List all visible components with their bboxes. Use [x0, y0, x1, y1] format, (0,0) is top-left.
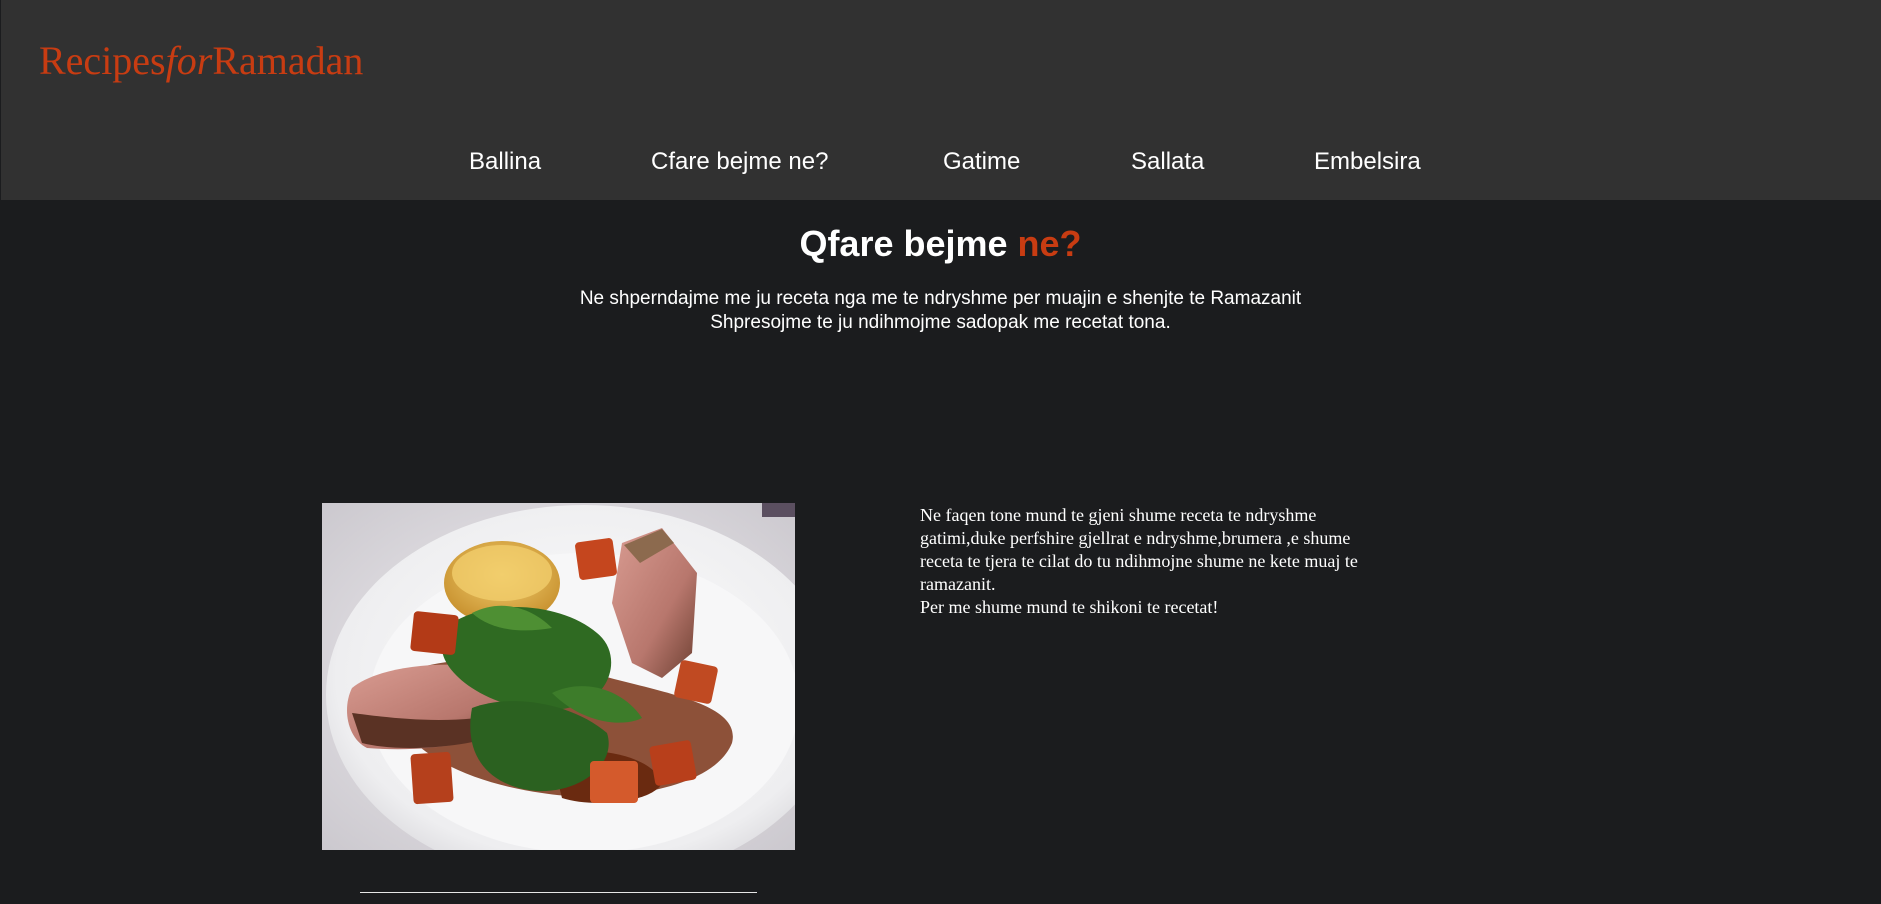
nav-item-cfare-bejme-ne[interactable]: Cfare bejme ne?	[651, 145, 828, 179]
intro-line-1: Ne shperndajme me ju receta nga me te nd…	[579, 288, 1302, 309]
logo-ramadan: Ramadan	[212, 38, 364, 83]
info-paragraph: Ne faqen tone mund te gjeni shume receta…	[920, 504, 1380, 619]
plated-meat-dish-photo	[322, 503, 795, 850]
nav-item-sallata[interactable]: Sallata	[1131, 145, 1204, 179]
intro-line-2: Shpresojme te ju ndihmojme sadopak me re…	[710, 312, 1171, 333]
page-title: Qfare bejme ne?	[0, 219, 1881, 269]
logo-for: for	[165, 38, 213, 83]
hero-intro: Ne shperndajme me ju receta nga me te nd…	[0, 287, 1881, 335]
title-main: Qfare bejme	[799, 223, 1008, 264]
nav-item-ballina[interactable]: Ballina	[469, 145, 541, 179]
page: RecipesforRamadan Ballina Cfare bejme ne…	[0, 0, 1881, 904]
info-line-cta: Per me shume mund te shikoni te recetat!	[920, 597, 1219, 617]
nav-item-embelsira[interactable]: Embelsira	[1314, 145, 1421, 179]
site-logo[interactable]: RecipesforRamadan	[39, 36, 363, 86]
info-line-main: Ne faqen tone mund te gjeni shume receta…	[920, 505, 1358, 594]
nav-item-gatime[interactable]: Gatime	[943, 145, 1020, 179]
divider-line	[360, 892, 757, 893]
title-accent: ne?	[1017, 223, 1082, 264]
site-header: RecipesforRamadan Ballina Cfare bejme ne…	[1, 0, 1881, 200]
main-nav: Ballina Cfare bejme ne? Gatime Sallata E…	[1, 145, 1881, 179]
logo-recipes: Recipes	[39, 38, 166, 83]
